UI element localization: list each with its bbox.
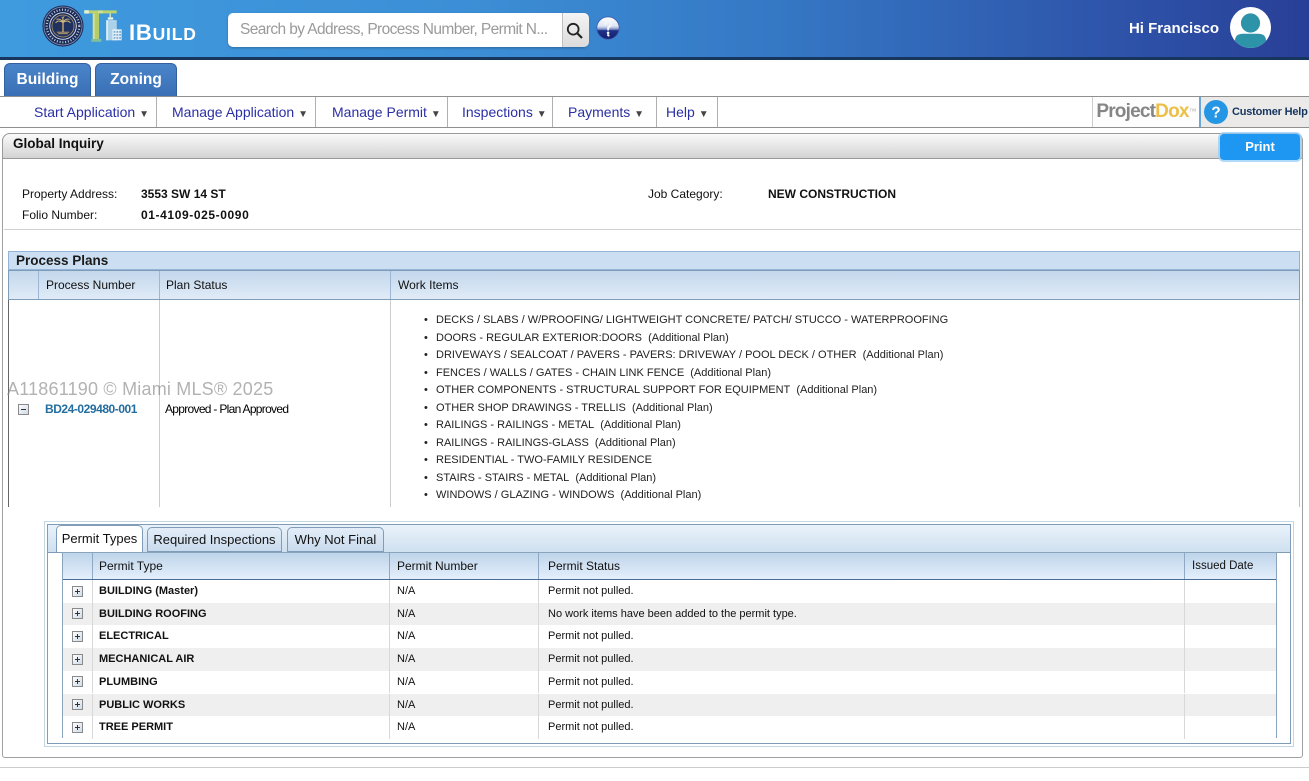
svg-text:?: ? — [1211, 104, 1220, 121]
